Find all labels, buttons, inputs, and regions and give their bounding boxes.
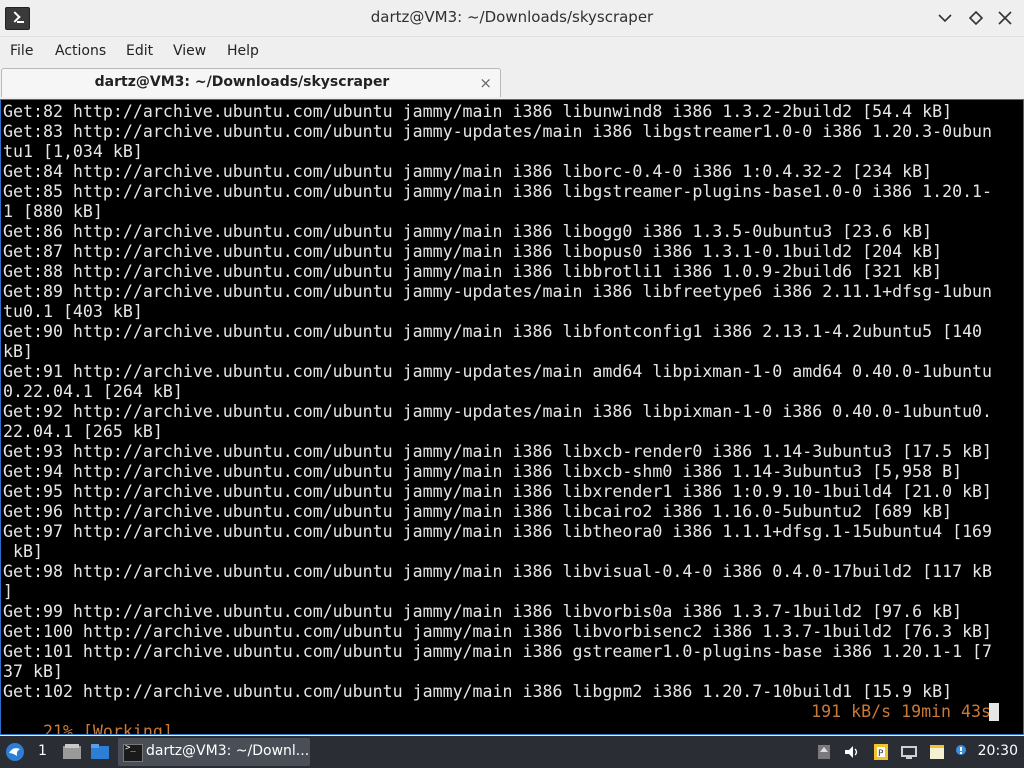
clipboard-icon[interactable]: P [872, 743, 890, 761]
terminal-line: Get:96 http://archive.ubuntu.com/ubuntu … [3, 502, 953, 521]
terminal-line: Get:82 http://archive.ubuntu.com/ubuntu … [3, 102, 953, 121]
terminal-line: Get:95 http://archive.ubuntu.com/ubuntu … [3, 482, 993, 501]
terminal-line: Get:102 http://archive.ubuntu.com/ubuntu… [3, 682, 953, 701]
terminal-cursor [989, 703, 999, 721]
menu-actions[interactable]: Actions [55, 43, 106, 59]
storage-icon[interactable] [815, 743, 833, 761]
terminal-line: 0.22.04.1 [264 kB] [3, 382, 183, 401]
terminal-line: Get:100 http://archive.ubuntu.com/ubuntu… [3, 622, 993, 641]
window-title: dartz@VM3: ~/Downloads/skyscraper [370, 8, 654, 26]
terminal-line: Get:85 http://archive.ubuntu.com/ubuntu … [3, 182, 993, 201]
update-notifier-icon[interactable] [953, 743, 971, 761]
menu-help[interactable]: Help [227, 43, 259, 59]
show-desktop-icon[interactable] [62, 743, 82, 761]
terminal-line: tu0.1 [403 kB] [3, 302, 143, 321]
terminal-line: Get:99 http://archive.ubuntu.com/ubuntu … [3, 602, 963, 621]
terminal-output[interactable]: Get:82 http://archive.ubuntu.com/ubuntu … [0, 99, 1024, 735]
terminal-line: Get:83 http://archive.ubuntu.com/ubuntu … [3, 122, 993, 141]
menu-edit[interactable]: Edit [126, 43, 153, 59]
terminal-line: Get:93 http://archive.ubuntu.com/ubuntu … [3, 442, 993, 461]
minimize-icon[interactable] [935, 8, 955, 28]
network-icon[interactable] [900, 743, 918, 761]
workspace-switcher[interactable]: 1 [38, 743, 47, 759]
terminal-lines: Get:82 http://archive.ubuntu.com/ubuntu … [3, 102, 992, 702]
svg-text:P: P [878, 749, 884, 759]
terminal-line: 37 kB] [3, 662, 63, 681]
menu-file[interactable]: File [10, 43, 33, 59]
tab-close-icon[interactable]: × [479, 74, 492, 92]
task-label: dartz@VM3: ~/Downl... [146, 743, 310, 759]
menu-bar: File Actions Edit View Help [0, 37, 1024, 67]
terminal-line: kB] [3, 342, 33, 361]
terminal-line: Get:98 http://archive.ubuntu.com/ubuntu … [3, 562, 993, 581]
tab-strip: dartz@VM3: ~/Downloads/skyscraper × [0, 67, 1024, 99]
start-menu-icon[interactable] [4, 741, 26, 763]
terminal-line: Get:89 http://archive.ubuntu.com/ubuntu … [3, 282, 993, 301]
terminal-line: Get:92 http://archive.ubuntu.com/ubuntu … [3, 402, 993, 421]
apt-status-line: 21% [Working] 191 kB/s 19min 43s [3, 702, 1019, 734]
file-manager-icon[interactable] [90, 743, 110, 761]
terminal-line: Get:101 http://archive.ubuntu.com/ubuntu… [3, 642, 993, 661]
apt-progress: 21% [Working] [42, 722, 173, 735]
taskbar: 1 dartz@VM3: ~/Downl... P 20:30 [0, 736, 1024, 768]
terminal-line: Get:88 http://archive.ubuntu.com/ubuntu … [3, 262, 943, 281]
terminal-line: kB] [3, 542, 43, 561]
terminal-line: Get:86 http://archive.ubuntu.com/ubuntu … [3, 222, 933, 241]
apt-speed-eta: 191 kB/s 19min 43s [811, 702, 991, 721]
tab-label: dartz@VM3: ~/Downloads/skyscraper [94, 74, 390, 90]
taskbar-terminal-button[interactable]: dartz@VM3: ~/Downl... [118, 738, 310, 766]
volume-icon[interactable] [843, 743, 861, 761]
terminal-line: 22.04.1 [265 kB] [3, 422, 163, 441]
close-icon[interactable] [995, 8, 1015, 28]
terminal-line: 1 [880 kB] [3, 202, 103, 221]
terminal-line: tu1 [1,034 kB] [3, 142, 143, 161]
terminal-tab[interactable]: dartz@VM3: ~/Downloads/skyscraper × [1, 68, 501, 97]
terminal-icon [123, 743, 143, 762]
terminal-line: ] [3, 582, 13, 601]
terminal-line: Get:87 http://archive.ubuntu.com/ubuntu … [3, 242, 943, 261]
terminal-line: Get:97 http://archive.ubuntu.com/ubuntu … [3, 522, 993, 541]
maximize-icon[interactable] [966, 8, 986, 28]
terminal-line: Get:94 http://archive.ubuntu.com/ubuntu … [3, 462, 963, 481]
clock: 20:30 [977, 743, 1018, 759]
terminal-line: Get:84 http://archive.ubuntu.com/ubuntu … [3, 162, 933, 181]
terminal-line: Get:90 http://archive.ubuntu.com/ubuntu … [3, 322, 983, 341]
menu-view[interactable]: View [173, 43, 206, 59]
title-bar: dartz@VM3: ~/Downloads/skyscraper [0, 0, 1024, 37]
notes-icon[interactable] [928, 743, 946, 761]
terminal-line: Get:91 http://archive.ubuntu.com/ubuntu … [3, 362, 993, 381]
